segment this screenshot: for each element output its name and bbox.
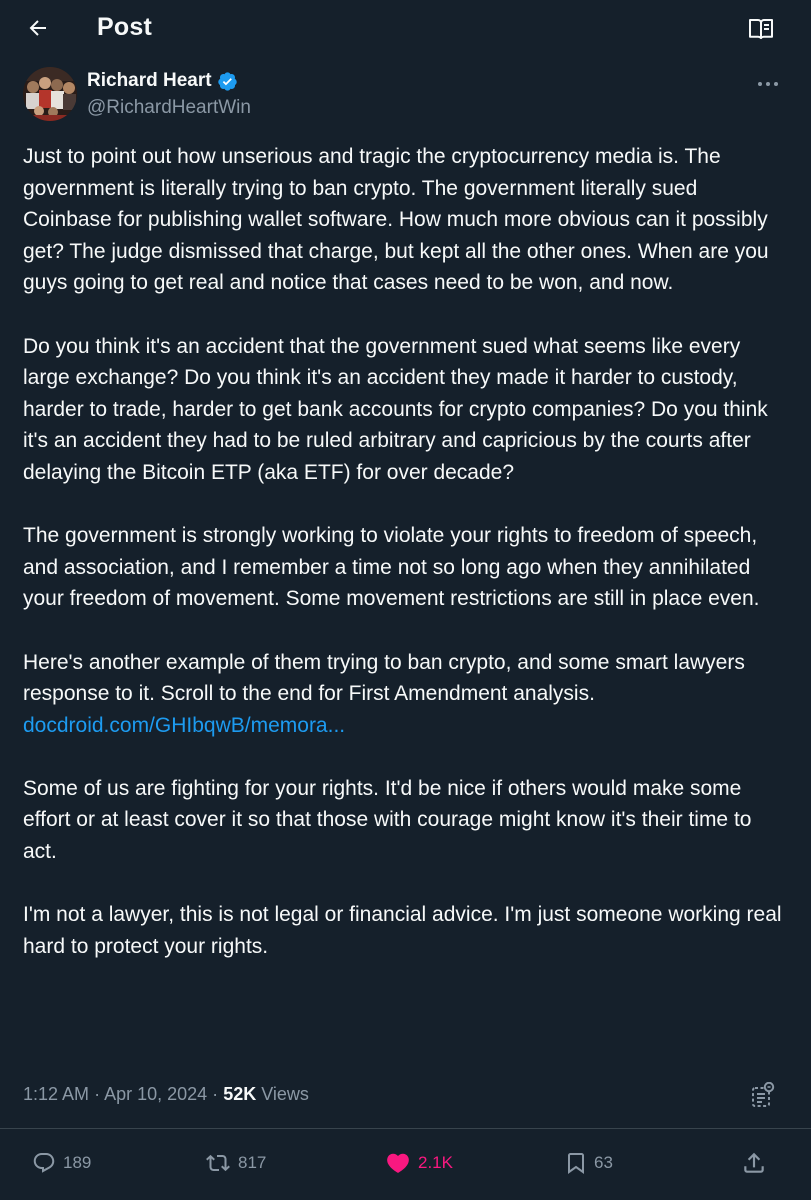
- heart-filled-icon: [387, 1153, 409, 1173]
- share-icon: [744, 1152, 764, 1173]
- bookmark-button[interactable]: 63: [564, 1145, 613, 1181]
- more-dots-icon: [758, 82, 778, 86]
- author-handle[interactable]: @RichardHeartWin: [87, 97, 251, 119]
- top-bar: Post: [0, 0, 811, 56]
- bookmark-count: 63: [594, 1153, 613, 1172]
- repost-button[interactable]: 817: [204, 1145, 266, 1181]
- tweet-paragraph: Do you think it's an accident that the g…: [23, 334, 768, 484]
- tweet-paragraph-with-link: Here's another example of them trying to…: [23, 647, 788, 742]
- grok-analyze-icon: [752, 1082, 775, 1107]
- like-count: 2.1K: [418, 1153, 453, 1172]
- grok-analyze-button[interactable]: [749, 1080, 777, 1110]
- author-block: Richard Heart @RichardHeartWin: [23, 67, 783, 123]
- page-title: Post: [97, 13, 152, 41]
- tweet-paragraph: I'm not a lawyer, this is not legal or f…: [23, 903, 782, 958]
- divider: [0, 1128, 811, 1129]
- post-meta: 1:12 AM · Apr 10, 2024 · 52K Views: [23, 1084, 309, 1105]
- action-bar: 189 817 2.1K 63: [0, 1145, 811, 1181]
- avatar-image: [23, 67, 77, 121]
- reply-icon: [33, 1153, 55, 1173]
- post-date[interactable]: Apr 10, 2024: [104, 1084, 207, 1104]
- tweet-paragraph: Some of us are fighting for your rights.…: [23, 776, 752, 864]
- open-book-icon: [749, 19, 773, 39]
- arrow-left-icon: [29, 20, 46, 36]
- back-button[interactable]: [20, 10, 56, 46]
- views-label: Views: [261, 1084, 309, 1104]
- reply-button[interactable]: 189: [31, 1145, 91, 1181]
- reader-mode-button[interactable]: [747, 16, 775, 42]
- share-button[interactable]: [741, 1145, 767, 1181]
- verified-badge-icon: [217, 71, 237, 91]
- post-time[interactable]: 1:12 AM: [23, 1084, 89, 1104]
- repost-icon: [206, 1154, 230, 1172]
- views-count: 52K: [223, 1084, 257, 1104]
- like-button[interactable]: 2.1K: [384, 1145, 453, 1181]
- avatar[interactable]: [23, 67, 77, 121]
- tweet-paragraph-text: Here's another example of them trying to…: [23, 650, 745, 706]
- tweet-text: Just to point out how unserious and trag…: [23, 141, 788, 994]
- author-name[interactable]: Richard Heart: [87, 70, 212, 92]
- author-name-row: Richard Heart: [87, 70, 238, 92]
- external-link[interactable]: docdroid.com/GHIbqwB/memora...: [23, 714, 345, 737]
- tweet-paragraph: Just to point out how unserious and trag…: [23, 145, 769, 295]
- meta-separator: ·: [94, 1084, 101, 1104]
- repost-count: 817: [238, 1153, 267, 1172]
- meta-separator: ·: [212, 1084, 219, 1104]
- more-options-button[interactable]: [753, 71, 783, 97]
- bookmark-icon: [568, 1153, 584, 1174]
- tweet-paragraph: The government is strongly working to vi…: [23, 524, 760, 611]
- reply-count: 189: [63, 1153, 92, 1172]
